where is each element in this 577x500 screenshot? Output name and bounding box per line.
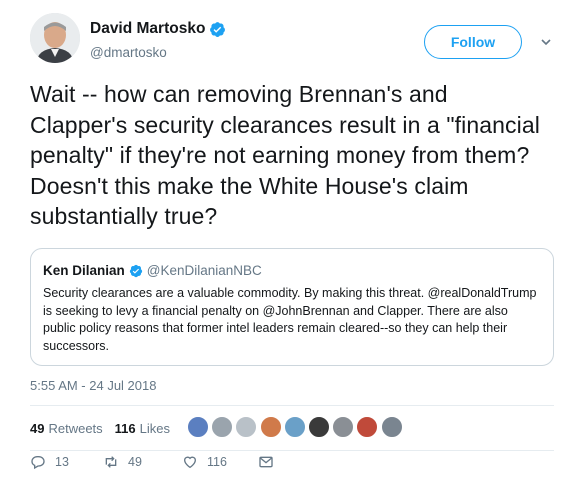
liker-avatar[interactable] <box>356 416 379 438</box>
liker-avatar[interactable] <box>283 416 306 438</box>
likes-stat[interactable]: 116 Likes <box>115 421 170 436</box>
verified-badge-icon <box>129 264 142 277</box>
liker-avatar[interactable] <box>259 416 282 438</box>
author-avatar[interactable] <box>30 13 80 63</box>
likes-label: Likes <box>139 421 171 436</box>
quoted-author-handle: @KenDilanianNBC <box>146 263 262 278</box>
liker-avatars <box>187 416 405 438</box>
like-count: 116 <box>207 455 227 469</box>
reply-icon <box>31 456 45 470</box>
likes-count: 116 <box>114 421 136 436</box>
liker-avatar[interactable] <box>187 416 209 438</box>
verified-badge-icon <box>210 21 226 37</box>
engagement-stats: 49 Retweets 116 Likes <box>30 421 182 436</box>
tweet-text: Wait -- how can removing Brennan's and C… <box>30 81 540 229</box>
tweet-card: David Martosko @dmartosko Follow Wait --… <box>0 0 577 500</box>
quoted-tweet-text: Security clearances are a valuable commo… <box>43 286 537 353</box>
retweets-label: Retweets <box>48 421 103 436</box>
liker-avatar[interactable] <box>235 416 258 438</box>
envelope-icon <box>259 456 273 468</box>
quoted-author-name: Ken Dilanian <box>43 263 125 278</box>
quoted-tweet[interactable]: Ken Dilanian @KenDilanianNBC Security cl… <box>30 248 554 366</box>
chevron-down-icon[interactable] <box>540 36 552 48</box>
author-handle[interactable]: @dmartosko <box>90 45 167 60</box>
liker-avatar[interactable] <box>332 416 355 438</box>
retweet-count: 49 <box>128 455 142 469</box>
person-avatar-icon <box>30 13 80 63</box>
divider <box>30 405 554 406</box>
retweets-stat[interactable]: 49 Retweets <box>30 421 103 436</box>
follow-button[interactable]: Follow <box>424 25 522 59</box>
reply-button[interactable]: 13 <box>30 454 69 470</box>
liker-avatar[interactable] <box>211 416 234 438</box>
divider <box>30 450 554 451</box>
liker-avatar[interactable] <box>380 416 403 438</box>
liker-avatar[interactable] <box>307 416 330 438</box>
tweet-timestamp[interactable]: 5:55 AM - 24 Jul 2018 <box>30 378 156 393</box>
retweet-button[interactable]: 49 <box>103 454 142 470</box>
heart-icon <box>183 456 197 469</box>
retweets-count: 49 <box>30 421 45 436</box>
direct-message-button[interactable] <box>258 454 274 470</box>
reply-count: 13 <box>55 455 69 469</box>
author-display-name[interactable]: David Martosko <box>90 20 205 38</box>
retweet-icon <box>105 456 117 468</box>
like-button[interactable]: 116 <box>182 454 227 470</box>
